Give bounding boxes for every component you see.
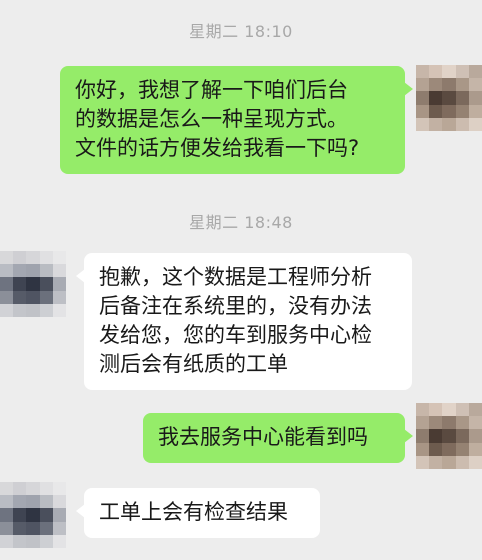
sent-message-bubble[interactable]: 你好，我想了解一下咱们后台 的数据是怎么一种呈现方式。 文件的话方便发给我看一下… [60, 66, 413, 174]
my-avatar[interactable] [416, 65, 482, 131]
timestamp: 星期二 18:10 [189, 22, 293, 41]
timestamp: 星期二 18:48 [189, 213, 293, 232]
my-avatar[interactable] [416, 403, 482, 469]
received-message-bubble[interactable]: 工单上会有检查结果 [76, 488, 320, 538]
received-message-bubble[interactable]: 抱歉，这个数据是工程师分析 后备注在系统里的，没有办法 发给您，您的车到服务中心… [76, 253, 412, 390]
contact-avatar[interactable] [0, 251, 66, 317]
sent-message-bubble[interactable]: 我去服务中心能看到吗 [143, 413, 413, 463]
contact-avatar[interactable] [0, 482, 66, 548]
